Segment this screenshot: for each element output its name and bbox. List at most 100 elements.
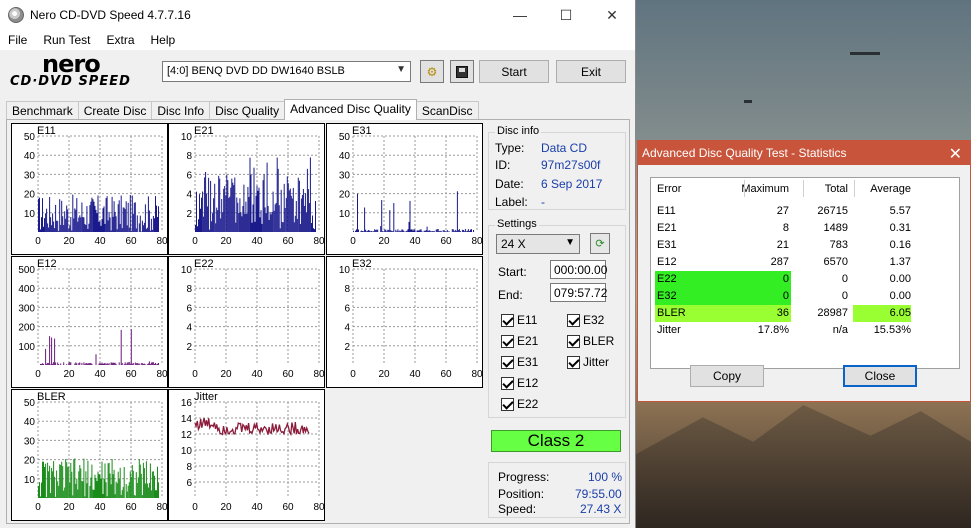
tool-button[interactable]: ⚙ xyxy=(420,60,444,83)
graph-bar xyxy=(209,229,211,232)
graph-bar xyxy=(91,363,93,365)
graph-bar xyxy=(442,230,444,232)
minimize-button[interactable]: — xyxy=(497,0,543,30)
id-value: 97m27s00f xyxy=(541,158,601,172)
save-button[interactable] xyxy=(450,60,474,83)
graph-bar xyxy=(61,200,63,232)
close-dialog-button[interactable]: Close xyxy=(843,365,917,387)
graph-bar xyxy=(128,482,130,498)
checkbox-e31[interactable]: E31 xyxy=(501,355,538,369)
graph-bar xyxy=(249,157,251,232)
tab-bar: Benchmark Create Disc Disc Info Disc Qua… xyxy=(6,99,479,120)
start-field[interactable]: 000:00.00 xyxy=(550,260,607,279)
graph-bar xyxy=(141,220,143,232)
drive-select[interactable]: [4:0] BENQ DVD DD DW1640 BSLB ▼ xyxy=(162,61,411,82)
graph-bar xyxy=(401,229,403,232)
graph-bar xyxy=(88,363,90,365)
tab-disc-quality[interactable]: Disc Quality xyxy=(209,101,286,120)
x-tick-label: 40 xyxy=(409,236,421,247)
graph-bar xyxy=(58,364,60,365)
graph-bar xyxy=(100,225,102,232)
copy-button[interactable]: Copy xyxy=(690,365,764,387)
graph-bar xyxy=(427,231,429,232)
graph-bar xyxy=(400,231,402,232)
graph-bar xyxy=(356,229,357,232)
graph-bar xyxy=(111,362,113,365)
stats-cell: 21 xyxy=(776,239,789,251)
graph-bar xyxy=(91,197,93,232)
graph-bar xyxy=(382,231,384,232)
graph-bar xyxy=(134,495,136,498)
graph-bar xyxy=(76,363,78,365)
graph-bar xyxy=(54,228,56,232)
checkbox-e32[interactable]: E32 xyxy=(567,313,604,327)
graph-bar xyxy=(86,483,88,498)
checkbox-jitter[interactable]: Jitter xyxy=(567,355,609,369)
close-button[interactable]: ✕ xyxy=(589,0,635,30)
y-tick-label: 40 xyxy=(24,151,36,162)
tab-disc-info[interactable]: Disc Info xyxy=(151,101,211,120)
checkbox-bler[interactable]: BLER xyxy=(567,334,614,348)
graph-bar xyxy=(45,348,47,365)
graph-bar xyxy=(371,231,373,232)
graph-bar xyxy=(116,483,118,498)
end-field[interactable]: 079:57.72 xyxy=(550,283,607,302)
graph-bar xyxy=(107,220,109,232)
stats-cell: 0.31 xyxy=(889,222,911,234)
stats-cell: 36 xyxy=(776,307,789,319)
graph-bar xyxy=(94,474,96,498)
graph-bar xyxy=(298,180,300,232)
exit-button[interactable]: Exit xyxy=(556,60,626,83)
graph-bar xyxy=(299,224,301,232)
graph-bar xyxy=(129,363,131,365)
graph-bar xyxy=(59,199,61,232)
graph-bar xyxy=(48,471,50,498)
tab-benchmark[interactable]: Benchmark xyxy=(6,101,79,120)
graph-bar xyxy=(42,363,43,365)
graph-bar xyxy=(99,474,101,498)
y-tick-label: 50 xyxy=(339,132,351,143)
graph-bar xyxy=(251,222,253,232)
stats-cell: 8 xyxy=(782,222,789,234)
tab-advanced-disc-quality[interactable]: Advanced Disc Quality xyxy=(284,99,417,120)
y-tick-label: 10 xyxy=(181,446,193,457)
graph-bar xyxy=(101,461,103,498)
maximize-button[interactable]: ☐ xyxy=(543,0,589,30)
graph-bar xyxy=(362,231,364,232)
checkbox-e22[interactable]: E22 xyxy=(501,397,538,411)
graph-bar xyxy=(120,329,122,365)
refresh-button[interactable]: ⟳ xyxy=(590,233,610,254)
menu-extra[interactable]: Extra xyxy=(98,33,142,47)
graph-bar xyxy=(80,468,82,498)
graph-bar xyxy=(108,462,110,498)
stats-header-cell: Total xyxy=(824,183,848,195)
tab-scandisc[interactable]: ScanDisc xyxy=(415,101,479,120)
checkbox-e21[interactable]: E21 xyxy=(501,334,538,348)
speed-select[interactable]: 24 X ▼ xyxy=(496,234,580,254)
menu-file[interactable]: File xyxy=(0,33,35,47)
dialog-close-icon[interactable]: ✕ xyxy=(949,144,962,164)
graph-bar xyxy=(156,205,157,232)
graph-bar xyxy=(247,187,249,232)
tab-create-disc[interactable]: Create Disc xyxy=(77,101,153,120)
graph-bar xyxy=(226,174,228,232)
graph-bar xyxy=(66,462,68,498)
graph-bar xyxy=(363,231,365,232)
y-tick-label: 300 xyxy=(18,303,35,314)
graph-bar xyxy=(71,471,73,498)
graph-bar xyxy=(138,363,140,365)
logo-product: CD·DVD SPEED xyxy=(10,74,131,89)
checkbox-e12[interactable]: E12 xyxy=(501,376,538,390)
graph-bar xyxy=(239,198,241,232)
graph-bar xyxy=(147,196,149,232)
graph-bar xyxy=(201,197,202,232)
x-tick-label: 40 xyxy=(94,502,106,513)
graph-bar xyxy=(118,479,120,498)
start-button[interactable]: Start xyxy=(479,60,549,83)
graph-bar xyxy=(146,483,148,498)
graph-bar xyxy=(210,180,212,232)
checkbox-e11[interactable]: E11 xyxy=(501,313,537,327)
menu-help[interactable]: Help xyxy=(143,33,184,47)
menu-run-test[interactable]: Run Test xyxy=(35,33,98,47)
graph-bar xyxy=(145,228,147,232)
